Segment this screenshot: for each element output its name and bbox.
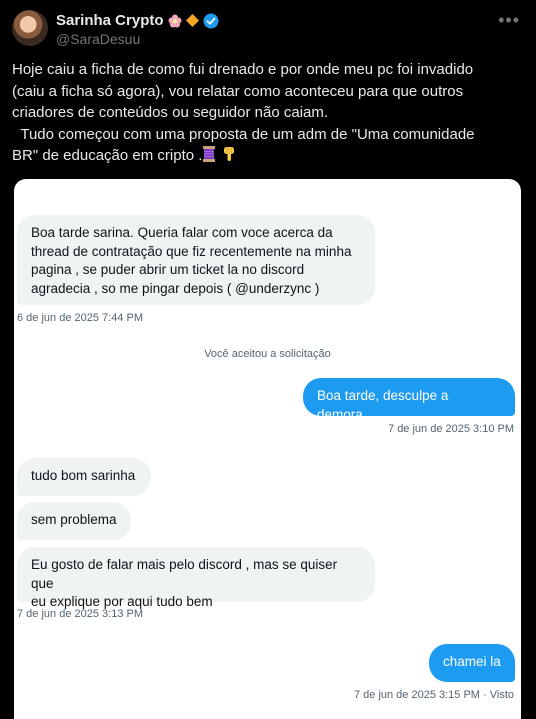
- message-line: Boa tarde sarina. Queria falar com voce …: [31, 225, 333, 240]
- post-header: Sarinha Crypto @SaraDesuu •••: [12, 10, 524, 50]
- post-line: criadores de conteúdos ou seguidor não c…: [12, 104, 329, 121]
- message-timestamp: 7 de jun de 2025 3:10 PM: [388, 423, 514, 435]
- message-line: Boa tarde, desculpe a demora.: [317, 388, 449, 422]
- message-timestamp: 7 de jun de 2025 3:15 PM · Visto: [353, 689, 514, 701]
- pointing-down-icon: [223, 147, 234, 161]
- message-timestamp: 7 de jun de 2025 3:13 PM: [17, 608, 143, 620]
- post-line: Tudo começou com uma proposta de um adm …: [12, 125, 475, 143]
- message-line: Eu gosto de falar mais pelo discord , ma…: [31, 557, 338, 591]
- flower-icon: [168, 14, 182, 27]
- post-line: Hoje caiu a ficha de como fui drenado e …: [12, 61, 474, 78]
- message-line: thread de contratação que fiz recentemen…: [31, 243, 352, 259]
- outgoing-message: chamei la: [429, 644, 515, 682]
- post-line: (caiu a ficha só agora), vou relatar com…: [12, 82, 464, 100]
- thread-spool-icon: [203, 146, 216, 162]
- incoming-message: Boa tarde sarina. Queria falar com voce …: [17, 215, 375, 305]
- message-line: chamei la: [443, 654, 501, 669]
- incoming-message: tudo bom sarinha: [17, 458, 151, 496]
- incoming-message: sem problema: [17, 502, 131, 540]
- system-notice: Você aceitou a solicitação: [204, 348, 331, 360]
- message-line: pagina , se puder abrir um ticket la no …: [31, 262, 305, 277]
- dm-screenshot-card[interactable]: Boa tarde sarina. Queria falar com voce …: [14, 179, 521, 719]
- message-line: sem problema: [31, 512, 117, 527]
- message-timestamp: 6 de jun de 2025 7:44 PM: [17, 312, 143, 324]
- display-name[interactable]: Sarinha Crypto: [56, 12, 164, 29]
- orange-diamond-icon: [185, 14, 199, 27]
- more-options-icon[interactable]: •••: [498, 10, 520, 31]
- post-line: BR" de educação em cripto .: [12, 147, 203, 164]
- incoming-message: Eu gosto de falar mais pelo discord , ma…: [17, 547, 375, 609]
- outgoing-message: Boa tarde, desculpe a demora.: [303, 378, 515, 422]
- message-line: tudo bom sarinha: [31, 468, 136, 483]
- name-row: Sarinha Crypto: [56, 12, 219, 29]
- post-text: Hoje caiu a ficha de como fui drenado e …: [12, 59, 520, 167]
- verified-badge-icon[interactable]: [203, 13, 219, 29]
- handle[interactable]: @SaraDesuu: [56, 31, 140, 47]
- message-line: agradecia , so me pingar depois ( @under…: [31, 280, 320, 296]
- avatar[interactable]: [12, 10, 48, 46]
